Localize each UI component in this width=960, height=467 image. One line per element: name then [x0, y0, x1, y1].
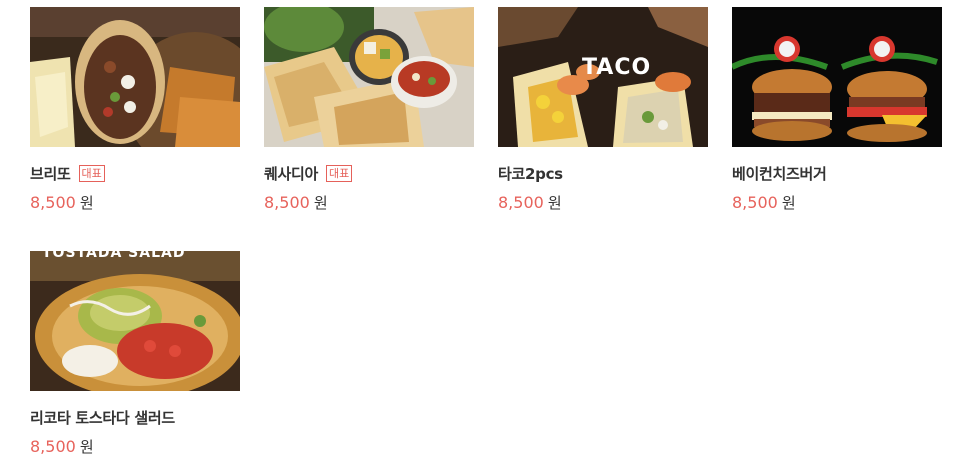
menu-item-name[interactable]: 리코타 토스타다 샐러드: [30, 407, 175, 428]
menu-card[interactable]: 퀘사디아 대표 8,500 원: [264, 7, 474, 213]
currency-label: 원: [79, 438, 94, 456]
menu-card[interactable]: TACO 타코2pcs 8,500 원: [498, 7, 708, 213]
menu-image-tostada-salad[interactable]: TOSTADA SALAD: [30, 251, 240, 391]
menu-item-price: 8,500: [264, 193, 310, 212]
menu-card[interactable]: 베이컨치즈버거 8,500 원: [732, 7, 942, 213]
menu-item-name[interactable]: 퀘사디아: [264, 163, 318, 184]
menu-image-taco[interactable]: TACO: [498, 7, 708, 147]
menu-item-price: 8,500: [732, 193, 778, 212]
menu-card[interactable]: 브리또 대표 8,500 원: [30, 7, 240, 213]
signature-badge: 대표: [78, 164, 105, 182]
taco-image-label: TACO: [582, 55, 652, 80]
menu-image-burrito[interactable]: [30, 7, 240, 147]
menu-item-name[interactable]: 베이컨치즈버거: [732, 163, 827, 184]
currency-label: 원: [547, 194, 562, 212]
tostada-image-label: TOSTADA SALAD: [42, 251, 186, 261]
menu-image-bacon-cheese-burger[interactable]: [732, 7, 942, 147]
menu-item-price: 8,500: [498, 193, 544, 212]
currency-label: 원: [79, 194, 94, 212]
menu-card[interactable]: TOSTADA SALAD 리코타 토스타다 샐러드 8,500 원: [30, 251, 240, 457]
menu-image-quesadilla[interactable]: [264, 7, 474, 147]
menu-item-price: 8,500: [30, 437, 76, 456]
currency-label: 원: [313, 194, 328, 212]
currency-label: 원: [781, 194, 796, 212]
menu-item-name[interactable]: 타코2pcs: [498, 163, 563, 184]
menu-item-name[interactable]: 브리또: [30, 163, 71, 184]
signature-badge: 대표: [326, 164, 353, 182]
menu-item-price: 8,500: [30, 193, 76, 212]
